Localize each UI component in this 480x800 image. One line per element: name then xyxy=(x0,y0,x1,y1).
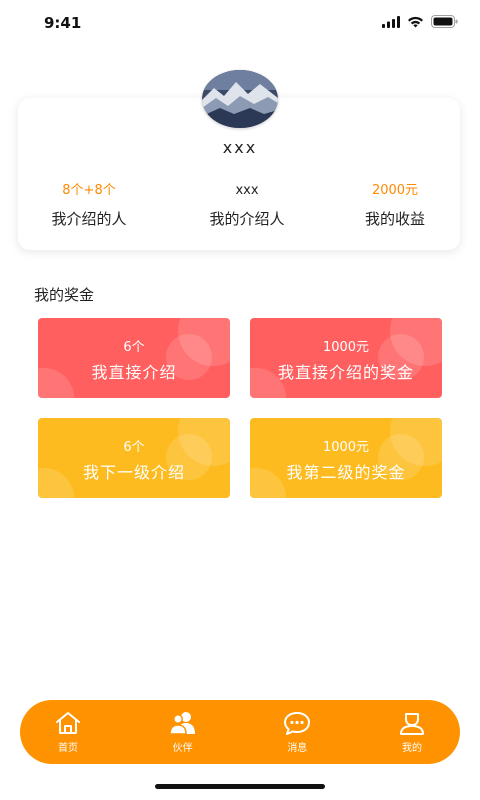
bonus-card-second-level-bonus[interactable]: 1000元 我第二级的奖金 xyxy=(250,418,442,498)
stat-value: 8个+8个 xyxy=(62,183,116,198)
tab-label: 伙伴 xyxy=(172,743,193,754)
bonus-label: 我第二级的奖金 xyxy=(286,463,406,482)
chat-bubble-icon xyxy=(284,712,311,735)
partners-icon xyxy=(168,712,195,735)
bonus-card-direct-bonus[interactable]: 1000元 我直接介绍的奖金 xyxy=(250,318,442,398)
tab-partners[interactable]: 伙伴 xyxy=(153,700,213,764)
user-icon xyxy=(399,713,424,735)
stat-label: 我的介绍人 xyxy=(209,210,285,228)
bonus-label: 我直接介绍的奖金 xyxy=(277,363,414,382)
tab-bar: 首页 伙伴 消息 我的 xyxy=(20,700,460,764)
stat-value: xxx xyxy=(235,183,259,198)
bonus-card-direct-referrals[interactable]: 6个 我直接介绍 xyxy=(38,318,230,398)
bonus-value: 6个 xyxy=(123,440,145,455)
tab-messages[interactable]: 消息 xyxy=(267,700,327,764)
status-bar: 9:41 xyxy=(0,0,480,44)
bonus-value: 1000元 xyxy=(322,440,370,455)
wifi-icon xyxy=(408,16,423,27)
stat-referred-people[interactable]: 8个+8个 我介绍的人 xyxy=(19,182,159,229)
status-icons xyxy=(382,15,458,28)
home-icon xyxy=(56,712,80,734)
status-time: 9:41 xyxy=(44,14,82,32)
tab-label: 我的 xyxy=(401,743,422,754)
signal-icon xyxy=(382,15,400,28)
username: xxx xyxy=(222,138,258,157)
bonus-label: 我下一级介绍 xyxy=(82,463,185,482)
tab-label: 消息 xyxy=(287,743,308,754)
stat-my-earnings[interactable]: 2000元 我的收益 xyxy=(325,182,465,229)
battery-icon xyxy=(431,15,458,28)
bonus-label: 我直接介绍 xyxy=(91,363,177,382)
tab-mine[interactable]: 我的 xyxy=(382,700,442,764)
stat-my-referrer[interactable]: xxx 我的介绍人 xyxy=(177,182,317,229)
bonus-card-second-level-referrals[interactable]: 6个 我下一级介绍 xyxy=(38,418,230,498)
bonus-value: 1000元 xyxy=(322,340,370,355)
stat-label: 我介绍的人 xyxy=(51,210,127,228)
stat-value: 2000元 xyxy=(371,183,419,198)
tab-label: 首页 xyxy=(58,743,78,754)
section-title-bonus: 我的奖金 xyxy=(34,286,95,304)
avatar-image xyxy=(202,70,278,128)
tab-home[interactable]: 首页 xyxy=(38,700,98,764)
stat-label: 我的收益 xyxy=(364,210,425,228)
bonus-value: 6个 xyxy=(123,340,145,355)
avatar[interactable] xyxy=(202,70,278,128)
home-indicator[interactable] xyxy=(155,784,325,789)
